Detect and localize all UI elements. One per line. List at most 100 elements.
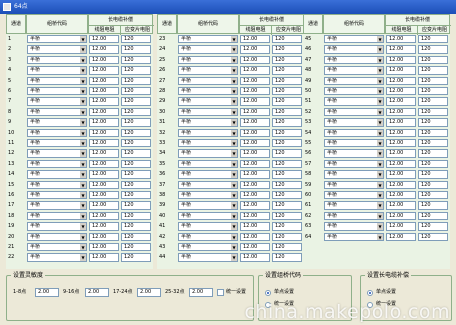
strain-resistance-input[interactable]: 120 [418,87,448,96]
bridge-code-select[interactable]: 半桥 ▼ [324,222,384,231]
chevron-down-icon[interactable]: ▼ [80,108,86,116]
chevron-down-icon[interactable]: ▼ [377,46,383,53]
strain-resistance-input[interactable]: 120 [418,76,448,85]
strain-resistance-input[interactable]: 120 [272,149,302,158]
chevron-down-icon[interactable]: ▼ [80,140,86,147]
line-resistance-input[interactable]: 12.00 [240,232,270,241]
line-resistance-input[interactable]: 12.00 [386,55,416,65]
strain-resistance-input[interactable]: 120 [272,243,302,252]
strain-resistance-input[interactable]: 120 [418,45,448,54]
bridge-code-select[interactable]: 半桥 ▼ [178,118,238,127]
chevron-down-icon[interactable]: ▼ [377,171,383,178]
line-resistance-input[interactable]: 12.00 [240,76,270,85]
chevron-down-icon[interactable]: ▼ [80,171,86,178]
line-resistance-input[interactable]: 12.00 [386,222,416,231]
strain-resistance-input[interactable]: 120 [121,118,151,127]
sens-input-2[interactable]: 2.00 [85,288,109,297]
chevron-down-icon[interactable]: ▼ [377,129,383,136]
strain-resistance-input[interactable]: 120 [272,201,302,210]
line-resistance-input[interactable]: 12.00 [386,107,416,117]
chevron-down-icon[interactable]: ▼ [80,181,86,188]
strain-resistance-input[interactable]: 120 [272,107,302,117]
strain-resistance-input[interactable]: 120 [121,97,151,106]
chevron-down-icon[interactable]: ▼ [231,119,237,126]
bridge-code-select[interactable]: 半桥 ▼ [178,243,238,252]
strain-resistance-input[interactable]: 120 [418,35,448,44]
strain-resistance-input[interactable]: 120 [272,222,302,231]
line-resistance-input[interactable]: 12.00 [89,222,119,231]
chevron-down-icon[interactable]: ▼ [80,202,86,209]
bridge-code-select[interactable]: 半桥 ▼ [178,253,238,262]
strain-resistance-input[interactable]: 120 [418,118,448,127]
line-resistance-input[interactable]: 12.00 [89,87,119,96]
chevron-down-icon[interactable]: ▼ [80,119,86,126]
line-resistance-input[interactable]: 12.00 [89,55,119,65]
chevron-down-icon[interactable]: ▼ [231,150,237,157]
strain-resistance-input[interactable]: 120 [418,139,448,148]
bridge-code-select[interactable]: 半桥 ▼ [178,191,238,200]
line-resistance-input[interactable]: 12.00 [386,191,416,200]
chevron-down-icon[interactable]: ▼ [80,98,86,105]
line-resistance-input[interactable]: 12.00 [240,45,270,54]
line-resistance-input[interactable]: 12.00 [240,66,270,75]
strain-resistance-input[interactable]: 120 [121,253,151,262]
bridge-code-select[interactable]: 半桥 ▼ [178,97,238,106]
chevron-down-icon[interactable]: ▼ [377,202,383,209]
bridge-code-select[interactable]: 半桥 ▼ [27,118,87,127]
line-resistance-input[interactable]: 12.00 [240,170,270,179]
line-resistance-input[interactable]: 12.00 [89,201,119,210]
bridge-code-select[interactable]: 半桥 ▼ [324,76,384,85]
chevron-down-icon[interactable]: ▼ [377,192,383,199]
bridge-code-select[interactable]: 半桥 ▼ [178,35,238,44]
bridge-code-select[interactable]: 半桥 ▼ [324,191,384,200]
chevron-down-icon[interactable]: ▼ [80,233,86,240]
strain-resistance-input[interactable]: 120 [121,149,151,158]
line-resistance-input[interactable]: 12.00 [240,35,270,44]
line-resistance-input[interactable]: 12.00 [89,35,119,44]
line-resistance-input[interactable]: 12.00 [89,76,119,85]
chevron-down-icon[interactable]: ▼ [231,140,237,147]
line-resistance-input[interactable]: 12.00 [386,211,416,221]
chevron-down-icon[interactable]: ▼ [231,46,237,53]
line-resistance-input[interactable]: 12.00 [240,222,270,231]
bridge-code-select[interactable]: 半桥 ▼ [178,45,238,54]
bridge-code-select[interactable]: 半桥 ▼ [178,222,238,231]
line-resistance-input[interactable]: 12.00 [89,159,119,169]
strain-resistance-input[interactable]: 120 [272,128,302,137]
chevron-down-icon[interactable]: ▼ [231,254,237,261]
strain-resistance-input[interactable]: 120 [121,243,151,252]
chevron-down-icon[interactable]: ▼ [231,212,237,220]
strain-resistance-input[interactable]: 120 [272,55,302,65]
line-resistance-input[interactable]: 12.00 [386,149,416,158]
bridge-code-select[interactable]: 半桥 ▼ [178,55,238,65]
bridge-code-select[interactable]: 半桥 ▼ [178,76,238,85]
bridge-code-select[interactable]: 半桥 ▼ [324,159,384,169]
chevron-down-icon[interactable]: ▼ [377,160,383,168]
chevron-down-icon[interactable]: ▼ [231,223,237,230]
strain-resistance-input[interactable]: 120 [272,87,302,96]
chevron-down-icon[interactable]: ▼ [231,108,237,116]
strain-resistance-input[interactable]: 120 [272,211,302,221]
bridge-code-select[interactable]: 半桥 ▼ [178,128,238,137]
chevron-down-icon[interactable]: ▼ [80,150,86,157]
chevron-down-icon[interactable]: ▼ [377,223,383,230]
chevron-down-icon[interactable]: ▼ [377,108,383,116]
chevron-down-icon[interactable]: ▼ [377,181,383,188]
line-resistance-input[interactable]: 12.00 [386,66,416,75]
bridge-code-select[interactable]: 半桥 ▼ [324,139,384,148]
chevron-down-icon[interactable]: ▼ [80,67,86,74]
chevron-down-icon[interactable]: ▼ [231,36,237,43]
sens-input-1[interactable]: 2.00 [35,288,59,297]
bridge-code-select[interactable]: 半桥 ▼ [324,35,384,44]
strain-resistance-input[interactable]: 120 [272,118,302,127]
line-resistance-input[interactable]: 12.00 [240,180,270,189]
bridge-code-select[interactable]: 半桥 ▼ [27,211,87,221]
line-resistance-input[interactable]: 12.00 [240,97,270,106]
line-resistance-input[interactable]: 12.00 [89,149,119,158]
bridge-code-select[interactable]: 半桥 ▼ [178,159,238,169]
strain-resistance-input[interactable]: 120 [272,159,302,169]
strain-resistance-input[interactable]: 120 [418,191,448,200]
line-resistance-input[interactable]: 12.00 [89,107,119,117]
bridge-code-select[interactable]: 半桥 ▼ [27,66,87,75]
strain-resistance-input[interactable]: 120 [272,97,302,106]
